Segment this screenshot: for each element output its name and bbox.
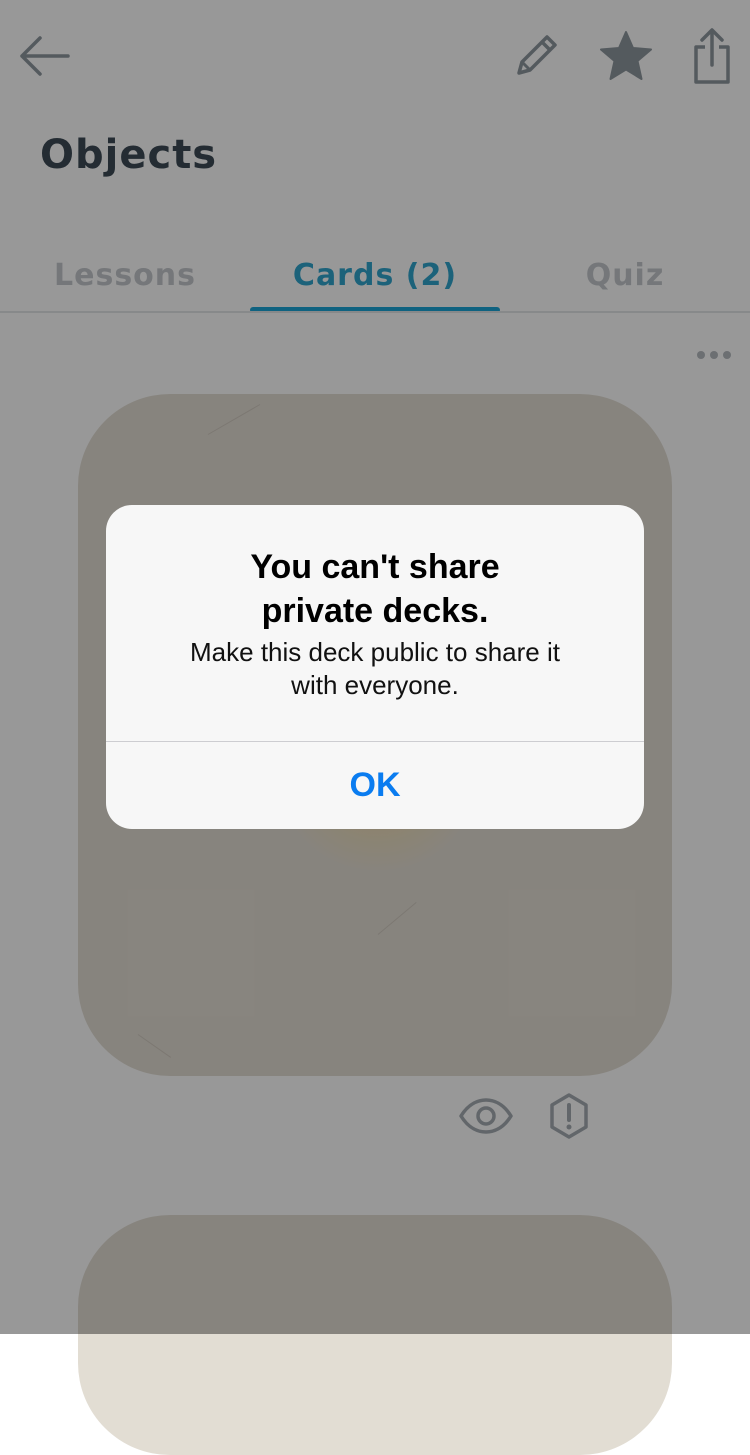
ok-button[interactable]: OK	[106, 742, 644, 829]
alert-message-line: with everyone.	[291, 670, 459, 700]
alert-dialog: You can't share private decks. Make this…	[106, 505, 644, 829]
alert-message-line: Make this deck public to share it	[190, 637, 560, 667]
alert-message: Make this deck public to share it with e…	[146, 636, 604, 702]
alert-title-line: You can't share	[250, 548, 500, 586]
alert-title-line: private decks.	[261, 592, 489, 630]
alert-title: You can't share private decks.	[136, 545, 614, 633]
